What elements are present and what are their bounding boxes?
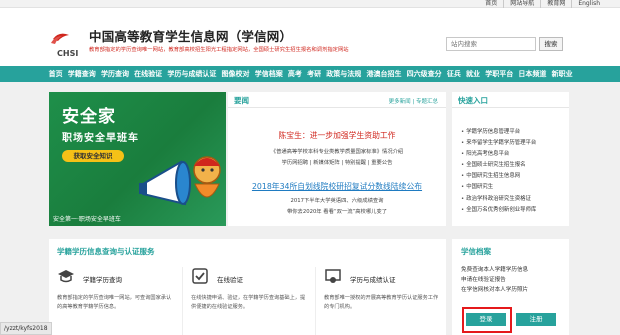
nav-item-new-jobs[interactable]: 新职业	[549, 66, 575, 82]
service-desc: 教育部唯一授权的开展高等教育学历认证服务工作的专门机构。	[324, 295, 439, 310]
archive-panel: 学信档案 免费查询本人学籍学历信息 申请在线验证报告 在学信网核对本人学历照片 …	[452, 239, 569, 335]
nav-item-image-check[interactable]: 图像校对	[219, 66, 252, 82]
news-link-double-first[interactable]: 带你去2020年 看看“双一流”高校哪儿变了	[228, 207, 446, 215]
service-name: 学籍学历查询	[83, 276, 122, 284]
site-slogan: 教育部指定的学历查询唯一网站，教育部高校招生阳光工程指定网站，全国硕士研究生招生…	[89, 47, 349, 53]
nav-item-gaokao[interactable]: 高考	[285, 66, 304, 82]
nav-item-kaoyan[interactable]: 考研	[305, 66, 324, 82]
quick-link[interactable]: 全国硕士研究生招生报名	[461, 160, 536, 171]
site-title[interactable]: 中国高等教育学生信息网（学信网）	[89, 26, 292, 45]
news-title: 要闻	[234, 96, 249, 105]
nav-item-certification[interactable]: 学历与成绩认证	[165, 66, 219, 82]
services-title: 学籍学历信息查询与认证服务	[57, 247, 155, 256]
nav-item-jobs[interactable]: 就业	[463, 66, 482, 82]
banner-footer: 安全第一·职场安全早班车	[53, 216, 121, 223]
banner-cta-button[interactable]: 获取安全知识	[62, 150, 124, 162]
site-header: CHSI 中国高等教育学生信息网（学信网） 教育部指定的学历查询唯一网站，教育部…	[0, 9, 620, 66]
quick-title: 快速入口	[458, 96, 488, 105]
top-link-sitemap[interactable]: 网站导航	[503, 0, 540, 8]
nav-item-japan[interactable]: 日本频道	[516, 66, 549, 82]
news-more-link[interactable]: 更多新闻	[389, 99, 411, 105]
nav-item-hmt[interactable]: 港澳台招生	[364, 66, 404, 82]
news-link-cet[interactable]: 2017下半年大学英语四、六级成绩查询	[228, 196, 446, 204]
register-button[interactable]: 注册	[516, 313, 556, 326]
nav-item-degree-query[interactable]: 学历查询	[98, 66, 131, 82]
check-icon	[192, 268, 208, 284]
quick-link[interactable]: 学籍学历信息管理平台	[461, 127, 536, 138]
quick-link[interactable]: 来华留学生学籍学历管理平台	[461, 138, 536, 149]
top-utility-bar: 首页 网站导航 教育网 English	[0, 0, 620, 8]
news-panel: 要闻 更多新闻 | 专题汇总 陈宝生：进一步加强学生资助工作 《普通高等学校本科…	[228, 92, 446, 226]
nav-item-archive[interactable]: 学信档案	[252, 66, 285, 82]
nav-item-cet[interactable]: 四六级查分	[404, 66, 444, 82]
nav-item-military[interactable]: 征兵	[444, 66, 463, 82]
quick-link[interactable]: 中国研究生	[461, 182, 536, 193]
logo-text: CHSI	[57, 49, 78, 58]
chsi-logo-icon[interactable]: CHSI	[49, 30, 85, 58]
news-panel-header: 要闻 更多新闻 | 专题汇总	[228, 92, 446, 108]
service-desc: 在线快捷申请、验证，在学籍学历查询基础上，提供便捷的在线验证服务。	[191, 295, 306, 310]
nav-item-enrollment-query[interactable]: 学籍查询	[65, 66, 98, 82]
nav-item-home[interactable]: 首页	[46, 66, 65, 82]
quick-panel-header: 快速入口	[452, 92, 569, 108]
archive-link[interactable]: 申请在线验证报告	[461, 276, 528, 286]
archive-list: 免费查询本人学籍学历信息 申请在线验证报告 在学信网核对本人学历照片	[461, 266, 528, 295]
news-headline-kaoyan[interactable]: 2018年34所自划线院校研招复试分数线陆续公布	[228, 181, 446, 192]
main-nav: 首页 学籍查询 学历查询 在线验证 学历与成绩认证 图像校对 学信档案 高考 考…	[0, 66, 620, 82]
service-certification[interactable]: 学历与成绩认证 教育部唯一授权的开展高等教育学历认证服务工作的专门机构。	[315, 267, 443, 335]
news-headline[interactable]: 陈宝生：进一步加强学生资助工作	[228, 130, 446, 141]
quick-link[interactable]: 全国万名优秀创新创业导师库	[461, 205, 536, 216]
news-link-row[interactable]: 学历网招聘 | 新媒体矩阵 | 特别提醒 | 重要公告	[228, 158, 446, 166]
archive-link[interactable]: 免费查询本人学籍学历信息	[461, 266, 528, 276]
archive-link[interactable]: 在学信网核对本人学历照片	[461, 286, 528, 296]
megaphone-mascot-icon	[139, 156, 221, 206]
login-button[interactable]: 登录	[466, 313, 506, 326]
archive-title: 学信档案	[461, 247, 491, 256]
top-link-edu-net[interactable]: 教育网	[540, 0, 571, 8]
status-bar-url: /yzzt/kyfs2018	[0, 322, 52, 335]
service-degree-query[interactable]: 学籍学历查询 教育部指定的学历查询唯一网站，可查询国家承认的高等教育学籍学历信息…	[49, 267, 177, 335]
nav-item-career[interactable]: 学职平台	[483, 66, 516, 82]
service-desc: 教育部指定的学历查询唯一网站，可查询国家承认的高等教育学籍学历信息。	[57, 295, 172, 310]
banner-subtitle: 职场安全早班车	[62, 133, 139, 144]
news-link-standards[interactable]: 《普通高等学校本科专业类教学质量国家标准》情况介绍	[228, 147, 446, 155]
top-links: 首页 网站导航 教育网 English	[479, 0, 606, 8]
service-name: 在线验证	[217, 276, 243, 284]
quick-link[interactable]: 中国研究生招生信息网	[461, 171, 536, 182]
news-more-links: 更多新闻 | 专题汇总	[389, 97, 438, 105]
services-panel: 学籍学历信息查询与认证服务 学籍学历查询 教育部指定的学历查询唯一网站，可查询国…	[49, 239, 446, 335]
service-online-verify[interactable]: 在线验证 在线快捷申请、验证，在学籍学历查询基础上，提供便捷的在线验证服务。	[182, 267, 310, 335]
service-name: 学历与成绩认证	[350, 276, 396, 284]
nav-item-online-verify[interactable]: 在线验证	[132, 66, 165, 82]
quick-link[interactable]: 阳光高考信息平台	[461, 149, 536, 160]
promo-banner[interactable]: 安全家 职场安全早班车 获取安全知识 安全第一·职场安全早班车	[49, 92, 226, 226]
top-link-english[interactable]: English	[571, 0, 606, 8]
quick-access-list: 学籍学历信息管理平台 来华留学生学籍学历管理平台 阳光高考信息平台 全国硕士研究…	[461, 127, 536, 216]
banner-title: 安全家	[62, 107, 116, 127]
search-button[interactable]: 搜索	[539, 37, 563, 51]
quick-link[interactable]: 政治学科政治研究生资格证	[461, 194, 536, 205]
certificate-icon	[325, 269, 341, 283]
quick-access-panel: 快速入口 学籍学历信息管理平台 来华留学生学籍学历管理平台 阳光高考信息平台 全…	[452, 92, 569, 226]
top-link-home[interactable]: 首页	[479, 0, 503, 8]
search-input[interactable]	[446, 37, 536, 51]
news-topics-link[interactable]: 专题汇总	[416, 99, 438, 105]
hat-icon	[58, 270, 74, 283]
nav-item-policy[interactable]: 政策与法规	[324, 66, 364, 82]
